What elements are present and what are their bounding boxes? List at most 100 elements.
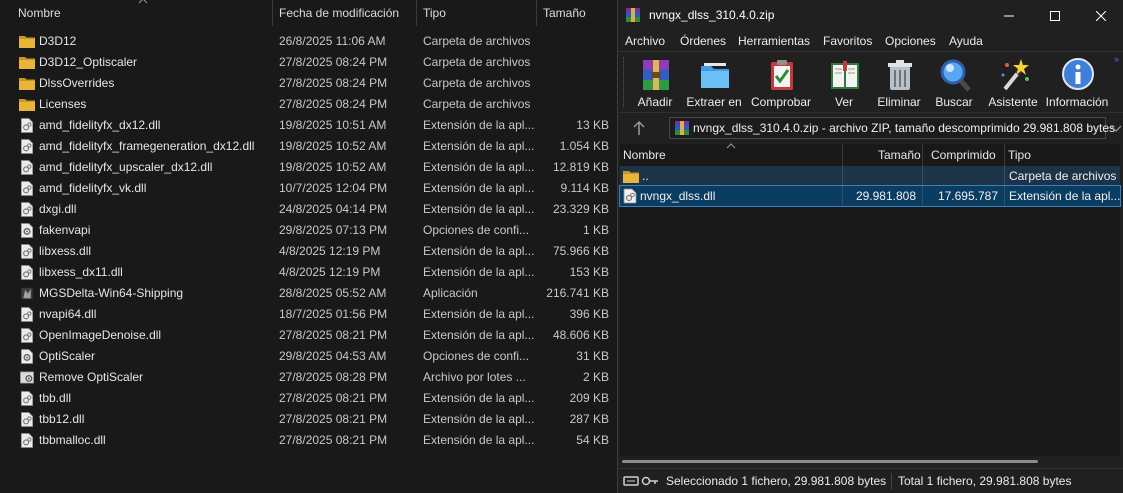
file-row[interactable]: libxess_dx11.dll 4/8/2025 12:19 PM Extensi…	[0, 262, 617, 283]
dll-file-icon	[21, 391, 33, 406]
scrollbar-thumb[interactable]	[622, 460, 1038, 463]
parent-folder-row[interactable]: .. Carpeta de archivos	[620, 166, 1120, 186]
column-divider[interactable]	[1004, 144, 1005, 166]
menu-ordenes[interactable]: Órdenes	[680, 31, 726, 51]
chevron-down-icon[interactable]	[1110, 122, 1122, 134]
maximize-icon	[1050, 10, 1060, 21]
row-packed: 17.695.787	[937, 189, 998, 203]
archive-row-selected[interactable]: nvngx_dlss.dll 29.981.808 17.695.787 Ext…	[619, 185, 1121, 207]
file-row[interactable]: tbbmalloc.dll 27/8/2025 08:21 PM Extensión…	[0, 430, 617, 451]
file-row[interactable]: DlssOverrides 27/8/2025 08:24 PM Carpeta d…	[0, 73, 617, 94]
column-header-date[interactable]: Fecha de modificación	[273, 0, 399, 26]
zip-archive-icon	[675, 121, 689, 135]
file-row[interactable]: libxess.dll 4/8/2025 12:19 PM Extensión de…	[0, 241, 617, 262]
winrar-window: nvngx_dlss_310.4.0.zip Archivo Órdenes H…	[617, 0, 1123, 493]
file-date: 27/8/2025 08:28 PM	[279, 370, 388, 384]
file-type: Extensión de la apl...	[423, 160, 535, 174]
drive-key-icon[interactable]	[623, 474, 659, 488]
archive-path-text: nvngx_dlss_310.4.0.zip - archivo ZIP, ta…	[693, 121, 1116, 135]
file-size: 48.606 KB	[552, 328, 609, 342]
file-size: 75.966 KB	[552, 244, 609, 258]
file-date: 27/8/2025 08:24 PM	[279, 97, 388, 111]
file-row[interactable]: Licenses 27/8/2025 08:24 PM Carpeta de arc…	[0, 94, 617, 115]
column-divider	[842, 186, 843, 206]
test-button[interactable]: Comprobar	[751, 55, 811, 111]
column-header-name[interactable]: Nombre	[12, 0, 61, 26]
column-header-type[interactable]: Tipo	[1008, 144, 1031, 166]
add-archive-icon	[643, 60, 669, 90]
file-name: libxess_dx11.dll	[39, 265, 123, 279]
file-row[interactable]: tbb.dll 27/8/2025 08:21 PM Extensión de la…	[0, 388, 617, 409]
file-row[interactable]: fakenvapi 29/8/2025 07:13 PM Opciones de c…	[0, 220, 617, 241]
dll-file-icon	[21, 265, 33, 280]
extract-button[interactable]: Extraer en	[685, 55, 743, 111]
file-size: 153 KB	[569, 265, 609, 279]
dll-file-icon	[21, 160, 33, 175]
column-header-size[interactable]: Tamaño	[878, 144, 921, 166]
file-row[interactable]: tbb12.dll 27/8/2025 08:21 PM Extensión de …	[0, 409, 617, 430]
file-date: 4/8/2025 12:19 PM	[279, 265, 381, 279]
file-row[interactable]: D3D12 26/8/2025 11:06 AM Carpeta de archiv…	[0, 31, 617, 52]
extract-folder-icon	[701, 63, 729, 88]
find-button[interactable]: Buscar	[925, 55, 983, 111]
info-icon	[1062, 58, 1094, 90]
file-row[interactable]: OpenImageDenoise.dll 27/8/2025 08:21 PM Ex…	[0, 325, 617, 346]
file-name: amd_fidelityfx_upscaler_dx12.dll	[39, 160, 213, 174]
file-size: 9.114 KB	[560, 181, 609, 195]
column-divider[interactable]	[842, 144, 843, 166]
file-date: 27/8/2025 08:21 PM	[279, 433, 388, 447]
view-book-icon	[831, 61, 859, 89]
folder-icon	[19, 57, 35, 69]
window-title: nvngx_dlss_310.4.0.zip	[649, 8, 775, 22]
file-size: 54 KB	[576, 433, 609, 447]
row-type: Carpeta de archivos	[1009, 169, 1117, 183]
archive-file-list: Nombre Tamaño Comprimido Tipo .. Carpeta…	[619, 143, 1121, 456]
maximize-button[interactable]	[1032, 0, 1078, 31]
info-button[interactable]: Información	[1046, 55, 1108, 111]
file-row[interactable]: nvapi64.dll 18/7/2025 01:56 PM Extensión d…	[0, 304, 617, 325]
minimize-button[interactable]	[986, 0, 1032, 31]
archive-path-field[interactable]: nvngx_dlss_310.4.0.zip - archivo ZIP, ta…	[669, 117, 1122, 139]
column-header-packed[interactable]: Comprimido	[931, 144, 996, 166]
wizard-button[interactable]: Asistente	[984, 55, 1042, 111]
add-button[interactable]: Añadir	[626, 55, 684, 111]
close-button[interactable]	[1078, 0, 1123, 31]
file-row[interactable]: amd_fidelityfx_dx12.dll 19/8/2025 10:51 A…	[0, 115, 617, 136]
file-row[interactable]: Remove OptiScaler 27/8/2025 08:28 PM Archi…	[0, 367, 617, 388]
config-file-icon	[21, 349, 33, 364]
menu-ayuda[interactable]: Ayuda	[949, 31, 983, 51]
title-bar[interactable]: nvngx_dlss_310.4.0.zip	[618, 0, 1123, 31]
up-arrow-icon[interactable]	[631, 120, 647, 136]
row-name: nvngx_dlss.dll	[640, 189, 716, 203]
menu-opciones[interactable]: Opciones	[885, 31, 936, 51]
column-divider[interactable]	[922, 144, 923, 166]
file-row[interactable]: D3D12_Optiscaler 27/8/2025 08:24 PM Carpet…	[0, 52, 617, 73]
file-name: amd_fidelityfx_vk.dll	[39, 181, 147, 195]
file-row[interactable]: amd_fidelityfx_framegeneration_dx12.dll 1…	[0, 136, 617, 157]
file-row[interactable]: OptiScaler 29/8/2025 04:53 AM Opciones de …	[0, 346, 617, 367]
file-row[interactable]: amd_fidelityfx_vk.dll 10/7/2025 12:04 PM E…	[0, 178, 617, 199]
folder-icon	[19, 99, 35, 111]
file-name: OpenImageDenoise.dll	[39, 328, 162, 342]
file-row[interactable]: dxgi.dll 24/8/2025 04:14 PM Extensión de l…	[0, 199, 617, 220]
menu-archivo[interactable]: Archivo	[625, 31, 665, 51]
file-row[interactable]: MGSDelta-Win64-Shipping 28/8/2025 05:52 A…	[0, 283, 617, 304]
column-header-name[interactable]: Nombre	[623, 144, 666, 166]
file-date: 10/7/2025 12:04 PM	[279, 181, 388, 195]
dll-file-icon	[623, 188, 637, 204]
file-date: 27/8/2025 08:24 PM	[279, 76, 388, 90]
horizontal-scrollbar[interactable]	[620, 458, 1120, 466]
menu-herramientas[interactable]: Herramientas	[738, 31, 810, 51]
column-header-type[interactable]: Tipo	[417, 0, 446, 26]
file-date: 19/8/2025 10:51 AM	[279, 118, 387, 132]
file-size: 1 KB	[582, 223, 609, 237]
file-date: 19/8/2025 10:52 AM	[279, 139, 387, 153]
column-divider	[922, 186, 923, 206]
column-header-size[interactable]: Tamaño	[537, 0, 586, 26]
toolbar-overflow-chevron-icon[interactable]: »	[1114, 54, 1119, 64]
menu-favoritos[interactable]: Favoritos	[823, 31, 872, 51]
file-row[interactable]: amd_fidelityfx_upscaler_dx12.dll 19/8/202…	[0, 157, 617, 178]
file-type: Extensión de la apl...	[423, 391, 535, 405]
status-selected-text: Seleccionado 1 fichero, 29.981.808 bytes	[666, 474, 887, 488]
file-name: D3D12_Optiscaler	[39, 55, 138, 69]
